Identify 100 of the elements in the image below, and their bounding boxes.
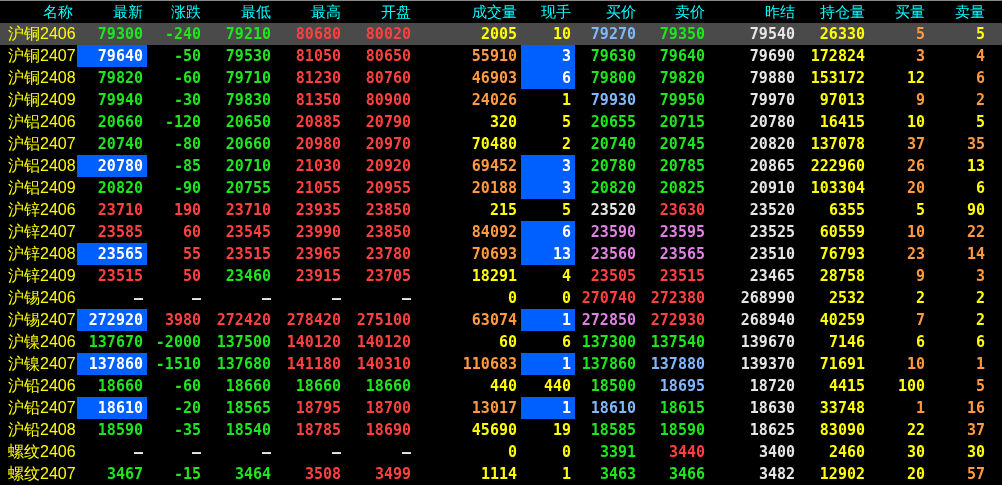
column-header[interactable]: 昨结 <box>709 1 799 23</box>
table-cell-text: 83090 <box>818 420 866 441</box>
table-cell-text: 16415 <box>818 112 866 133</box>
contract-name: 沪锌2408 <box>7 244 77 264</box>
contract-name: 沪锌2409 <box>7 266 77 286</box>
table-cell-text: — <box>190 288 202 309</box>
table-cell-text: 79710 <box>224 68 272 89</box>
table-cell-text: 3508 <box>303 464 342 485</box>
table-cell-text: 20820 <box>748 134 796 155</box>
column-header[interactable]: 卖量 <box>929 1 989 23</box>
column-header[interactable]: 现手 <box>521 1 575 23</box>
table-cell-text: 140120 <box>285 332 342 353</box>
table-cell-text: 9 <box>914 266 926 287</box>
table-cell-text: — <box>400 288 412 309</box>
table-cell-text: 79300 <box>96 24 144 45</box>
table-cell: 1 <box>521 397 575 419</box>
table-cell-text: 20780 <box>589 156 637 177</box>
table-cell-text: 2 <box>974 90 986 111</box>
table-cell-text: 12902 <box>818 464 866 485</box>
table-cell-text: 440 <box>542 376 572 397</box>
column-header[interactable]: 涨跌 <box>147 1 205 23</box>
table-cell-text: 137880 <box>649 354 706 375</box>
table-cell-text: 18785 <box>294 420 342 441</box>
table-cell-text: 23850 <box>364 222 412 243</box>
column-header[interactable]: 名称 <box>0 1 77 23</box>
table-cell-text: 23460 <box>224 266 272 287</box>
table-cell-text: 23565 <box>658 244 706 265</box>
table-cell-text: 69452 <box>470 156 518 177</box>
table-cell-text: 80900 <box>364 90 412 111</box>
table-cell-text: -20 <box>172 398 202 419</box>
table-cell-text: -35 <box>172 420 202 441</box>
table-cell-text: 172824 <box>809 46 866 67</box>
table-cell-text: -1510 <box>154 354 202 375</box>
table-cell-text: 23585 <box>96 222 144 243</box>
table-cell-text: — <box>132 288 144 309</box>
table-cell-text: 272850 <box>580 310 637 331</box>
table-cell-text: 22 <box>905 420 926 441</box>
table-cell-text: 18540 <box>224 420 272 441</box>
table-cell-text: 2 <box>974 288 986 309</box>
table-cell-text: 80020 <box>364 24 412 45</box>
table-cell-text: 20910 <box>748 178 796 199</box>
table-cell-text: 18660 <box>294 376 342 397</box>
contract-name: 沪镍2407 <box>7 354 77 374</box>
table-cell-text: 20710 <box>224 156 272 177</box>
table-cell-text: 60559 <box>818 222 866 243</box>
table-cell-text: 222960 <box>809 156 866 177</box>
column-header[interactable]: 持仓量 <box>799 1 869 23</box>
table-cell-text: 215 <box>488 200 518 221</box>
table-cell-text: 20745 <box>658 134 706 155</box>
table-cell-text: 23505 <box>589 266 637 287</box>
column-header[interactable]: 买量 <box>869 1 929 23</box>
table-cell-text: 55 <box>181 244 202 265</box>
table-cell-text: 139370 <box>739 354 796 375</box>
column-header[interactable]: 成交量 <box>415 1 521 23</box>
column-header[interactable]: 开盘 <box>345 1 415 23</box>
table-cell-text: 2460 <box>827 442 866 463</box>
table-cell-text: 5 <box>560 200 572 221</box>
table-cell-text: 23710 <box>224 200 272 221</box>
table-cell-text: 1 <box>560 90 572 111</box>
table-cell-text: 5 <box>974 24 986 45</box>
table-cell-text: 7146 <box>827 332 866 353</box>
table-cell-text: -2000 <box>154 332 202 353</box>
table-cell-text: 10 <box>905 354 926 375</box>
contract-name: 螺纹2406 <box>7 442 77 462</box>
table-cell-text: 79540 <box>748 24 796 45</box>
column-header[interactable]: 最新 <box>77 1 147 23</box>
table-cell-text: 63074 <box>470 310 518 331</box>
table-cell-text: 103304 <box>809 178 866 199</box>
table-cell-text: 20755 <box>224 178 272 199</box>
contract-name: 沪铝2408 <box>7 156 77 176</box>
table-cell-text: 153172 <box>809 68 866 89</box>
table-cell-text: 50 <box>181 266 202 287</box>
selected-row[interactable]: 沪铜2406 79300 -240 79210 80680 80020 2005 10 79270 79350 79540 26330 5 5 <box>0 23 1002 45</box>
table-cell-text: 6355 <box>827 200 866 221</box>
table-cell-text: 3 <box>974 266 986 287</box>
table-cell-text: 2 <box>974 310 986 331</box>
table-cell-text: — <box>400 442 412 463</box>
table-cell: 137860 <box>77 353 147 375</box>
table-cell-text: 20740 <box>589 134 637 155</box>
table-cell-text: 23515 <box>224 244 272 265</box>
table-cell-text: 23520 <box>748 200 796 221</box>
contract-name: 沪铝2407 <box>7 134 77 154</box>
table-cell-text: 79210 <box>224 24 272 45</box>
table-cell-text: 2532 <box>827 288 866 309</box>
table-cell-text: 16 <box>965 398 986 419</box>
table-cell: 3 <box>521 155 575 177</box>
column-header[interactable]: 最高 <box>275 1 345 23</box>
contract-name: 沪锡2407 <box>7 310 77 330</box>
table-cell-text: 18585 <box>589 420 637 441</box>
column-header[interactable]: 买价 <box>575 1 640 23</box>
column-header[interactable]: 最低 <box>205 1 275 23</box>
table-cell-text: 1 <box>560 464 572 485</box>
table-cell-text: 79690 <box>748 46 796 67</box>
table-cell-text: 81350 <box>294 90 342 111</box>
column-header[interactable]: 卖价 <box>640 1 709 23</box>
table-cell-text: 18590 <box>658 420 706 441</box>
table-cell-text: 79830 <box>224 90 272 111</box>
table-cell-text: -80 <box>172 134 202 155</box>
table-cell-text: 18500 <box>589 376 637 397</box>
table-cell-text: 20825 <box>658 178 706 199</box>
